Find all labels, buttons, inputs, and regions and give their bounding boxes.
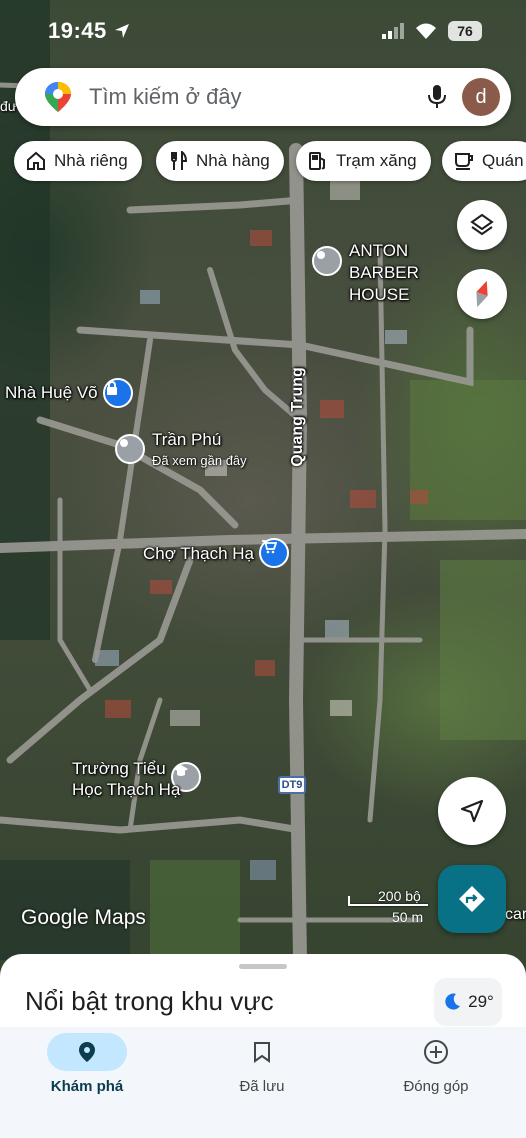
restaurant-icon: [171, 151, 188, 170]
directions-icon: [459, 886, 485, 912]
bookmark-icon: [254, 1042, 270, 1063]
road-badge: DT9: [278, 776, 306, 794]
location-arrow-icon: [115, 24, 129, 38]
search-bar[interactable]: Tìm kiếm ở đây d: [15, 68, 511, 126]
nav-saved[interactable]: Đã lưu: [192, 1027, 332, 1127]
place-pin-icon[interactable]: [312, 246, 342, 276]
edge-label-right: car: [505, 906, 526, 923]
layers-icon: [470, 213, 494, 236]
microphone-icon[interactable]: [427, 84, 447, 110]
add-circle-icon: [424, 1040, 448, 1064]
directions-button[interactable]: [438, 865, 506, 933]
shopping-cart-pin-icon[interactable]: [259, 538, 289, 568]
nav-active-pill: [47, 1033, 127, 1071]
chip-restaurant[interactable]: Nhà hàng: [156, 141, 284, 181]
temperature: 29°: [468, 992, 494, 1011]
place-note-recently-viewed: Đã xem gần đây: [152, 453, 247, 468]
cafe-icon: [455, 153, 473, 170]
cellular-signal-icon: [382, 23, 404, 39]
status-bar: 19:45 76: [0, 0, 526, 62]
navigation-arrow-icon: [460, 799, 484, 823]
chip-cafe[interactable]: Quán: [442, 141, 526, 181]
battery-indicator: 76: [448, 21, 482, 41]
moon-icon: [445, 993, 461, 1010]
chip-gas-station[interactable]: Trạm xăng: [296, 141, 431, 181]
layers-button[interactable]: [457, 200, 507, 250]
nav-explore[interactable]: Khám phá: [17, 1027, 157, 1127]
place-label-truong-tieu-hoc[interactable]: Trường Tiểu Học Thạch Hạ: [72, 758, 180, 800]
wifi-icon: [416, 23, 436, 39]
gas-station-icon: [309, 152, 325, 170]
bottom-navigation: Khám phá Đã lưu Đóng góp: [0, 1027, 526, 1138]
nav-contribute[interactable]: Đóng góp: [366, 1027, 506, 1127]
compass-button[interactable]: [457, 269, 507, 319]
avatar[interactable]: d: [462, 78, 500, 116]
place-label-tran-phu[interactable]: Trần Phú: [152, 430, 221, 450]
map-scale: 200 bộ 50 m: [348, 888, 430, 926]
explore-pin-icon: [79, 1042, 95, 1062]
street-label-quang-trung: Quang Trung: [288, 367, 306, 467]
place-label-cho-thach-ha[interactable]: Chợ Thạch Hạ: [143, 544, 254, 564]
place-pin-icon[interactable]: [115, 434, 145, 464]
chip-home[interactable]: Nhà riêng: [14, 141, 142, 181]
sheet-drag-handle[interactable]: [239, 964, 287, 969]
compass-icon: [476, 280, 488, 308]
sheet-title: Nổi bật trong khu vực: [25, 986, 274, 1016]
status-time: 19:45: [48, 18, 107, 43]
place-label-anton[interactable]: ANTON BARBER HOUSE: [349, 240, 469, 306]
weather-chip[interactable]: 29°: [434, 978, 502, 1026]
place-label-nha-hue-vo[interactable]: Nhà Huệ Võ: [5, 383, 98, 403]
google-maps-pin-icon: [45, 82, 71, 112]
lock-pin-icon[interactable]: [103, 378, 133, 408]
home-icon: [27, 151, 45, 170]
my-location-button[interactable]: [438, 777, 506, 845]
search-input[interactable]: Tìm kiếm ở đây: [89, 84, 242, 110]
google-maps-watermark: Google Maps: [21, 906, 146, 929]
category-chips: Nhà riêng Nhà hàng Trạm xăng Quán: [14, 141, 526, 181]
